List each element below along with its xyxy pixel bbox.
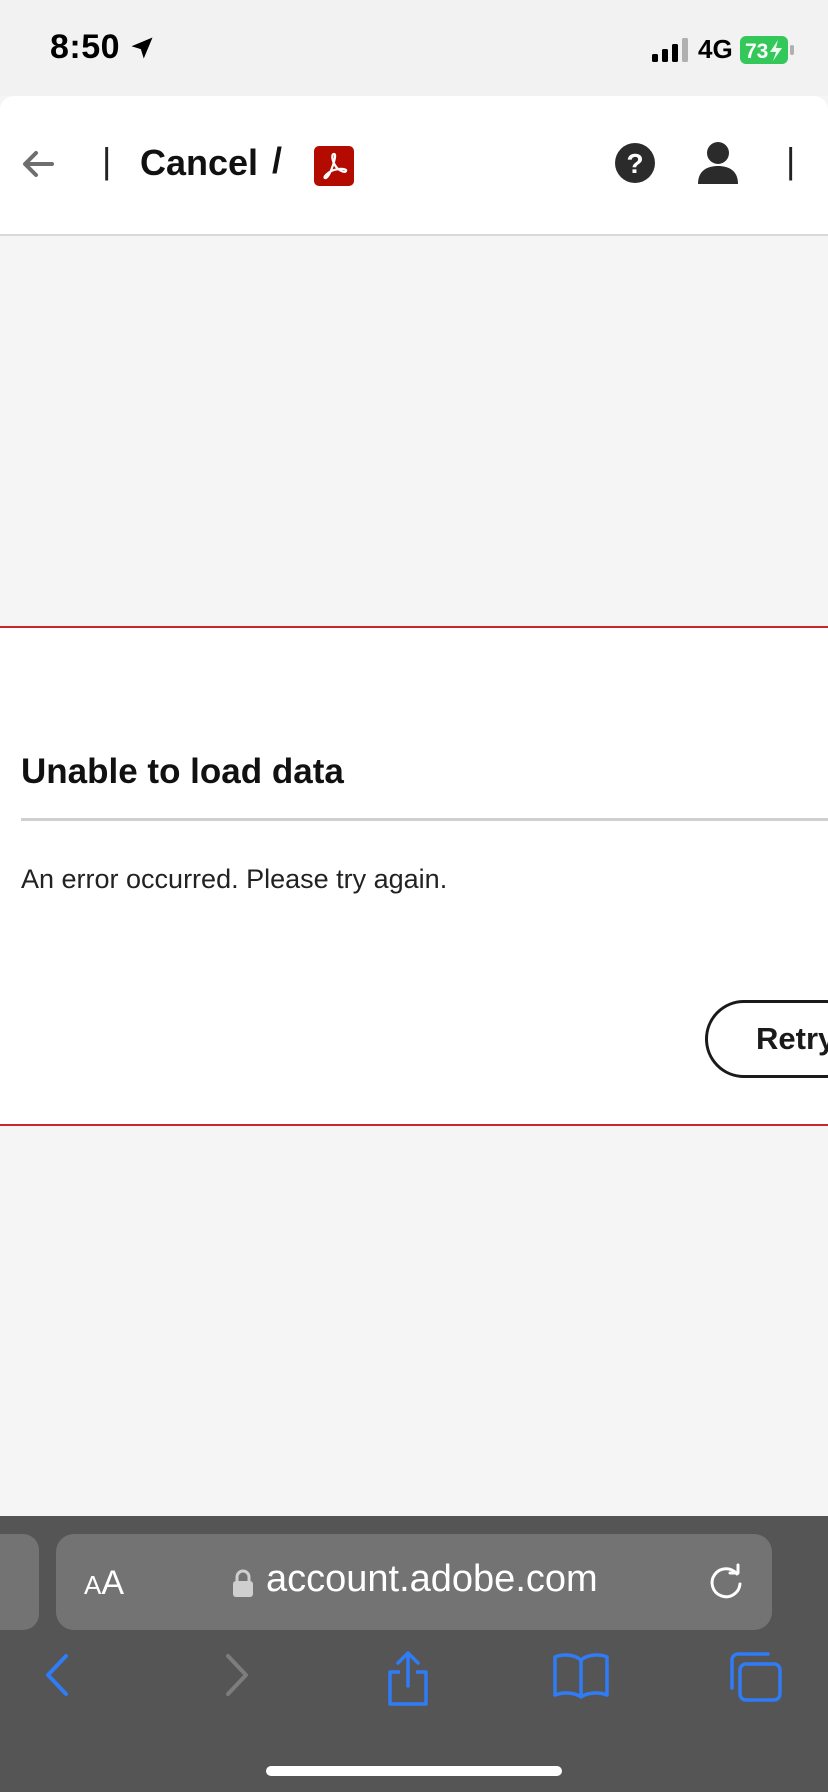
address-bar[interactable]: AA account.adobe.com [56,1534,772,1630]
battery-percent: 73 [745,40,768,63]
breadcrumb-separator: / [272,140,283,181]
acrobat-logo [314,146,354,186]
reload-icon[interactable] [706,1562,746,1602]
arrow-left-icon[interactable] [18,144,58,184]
battery-indicator: 73 [740,36,794,69]
reader-settings-button[interactable]: AA [84,1564,124,1603]
acrobat-icon [323,152,348,180]
bookmarks-icon[interactable] [552,1650,610,1700]
battery-icon: 73 [740,36,794,64]
back-nav-icon[interactable] [40,1650,76,1700]
location-arrow-icon [131,37,153,59]
error-card: Unable to load data An error occurred. P… [0,626,828,1126]
status-bar: 8:50 4G 73 [0,0,828,96]
cancel-link[interactable]: Cancel [140,142,258,184]
error-divider [21,818,828,821]
previous-tab-peek[interactable] [0,1534,39,1630]
network-label: 4G [698,34,733,64]
forward-nav-icon[interactable] [218,1650,254,1700]
user-icon[interactable] [696,140,740,184]
help-icon[interactable]: ? [614,142,656,184]
error-message: An error occurred. Please try again. [21,864,448,894]
url-text[interactable]: account.adobe.com [266,1558,598,1601]
content-background [0,236,828,626]
tabs-icon[interactable] [728,1650,784,1704]
share-icon[interactable] [384,1650,432,1706]
header-separator-right: | [786,140,796,181]
signal-icon [652,38,688,62]
header-separator: | [102,140,112,181]
home-indicator [266,1766,562,1776]
error-title: Unable to load data [21,752,344,791]
lock-icon [233,1569,253,1597]
svg-text:?: ? [626,148,643,179]
status-time: 8:50 [50,28,121,66]
browser-toolbar: AA account.adobe.com [0,1516,828,1792]
retry-button[interactable]: Retry [705,1000,828,1078]
app-header: | Cancel / ? | [0,96,828,236]
